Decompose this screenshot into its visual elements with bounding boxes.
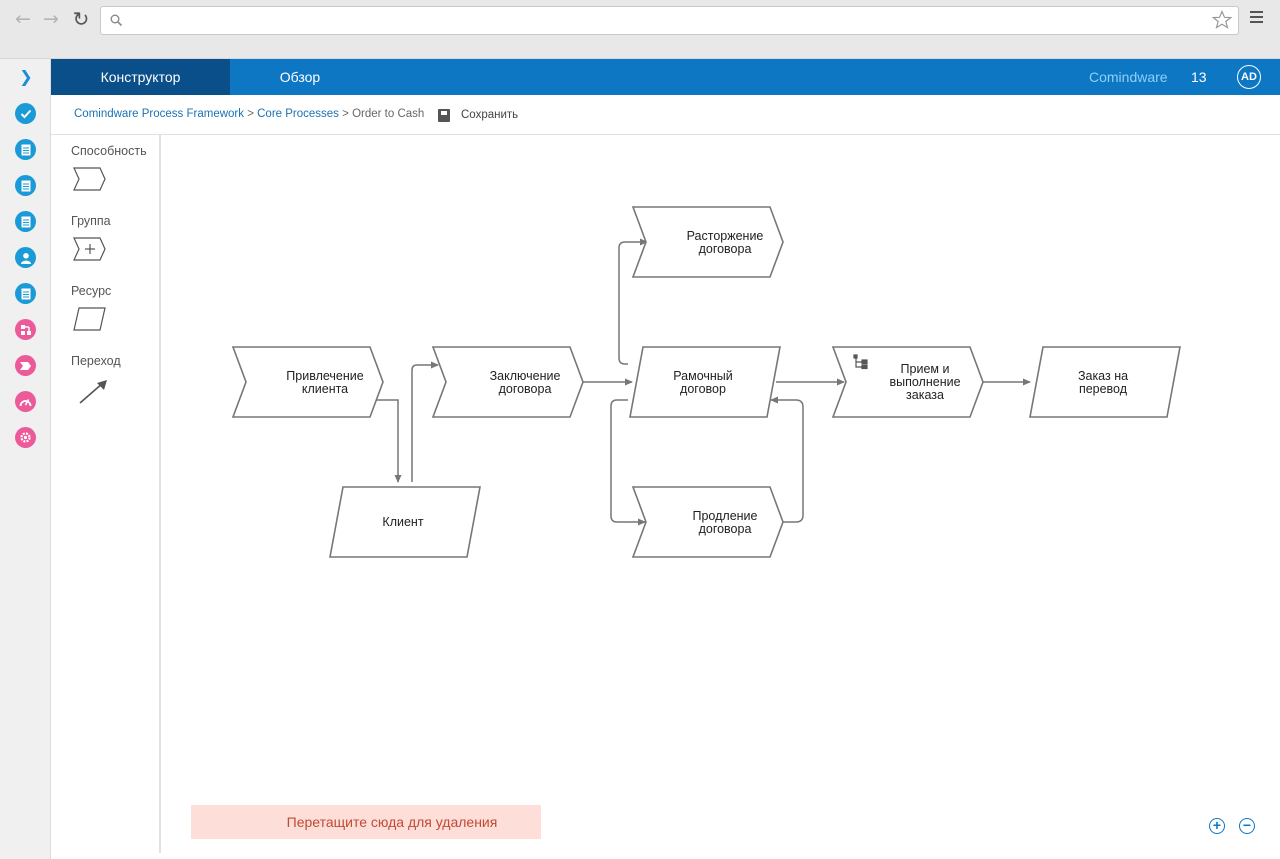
process-arrow-icon[interactable] <box>15 355 36 376</box>
label-contract-2: договора <box>499 382 552 396</box>
edge-client-contract[interactable] <box>411 361 439 482</box>
label-terminate-2: договора <box>699 242 752 256</box>
document-icon[interactable] <box>15 283 36 304</box>
breadcrumb-item-core-processes[interactable]: Core Processes <box>257 108 339 120</box>
save-button[interactable]: Сохранить <box>438 107 518 123</box>
arrow-icon[interactable] <box>77 378 109 406</box>
brand-link[interactable]: Comindware <box>1089 59 1168 95</box>
process-diagram[interactable]: Привлечение клиента Заключение договора … <box>162 135 1280 859</box>
edge-attract-client[interactable] <box>376 399 402 483</box>
shape-palette: Способность Группа Ресурс Переход <box>51 135 161 853</box>
notification-count[interactable]: 13 <box>1191 59 1207 95</box>
document-icon[interactable] <box>15 139 36 160</box>
breadcrumb-separator: > <box>247 108 254 120</box>
breadcrumb-separator: > <box>342 108 349 120</box>
browser-toolbar: ← → ↻ <box>0 0 1280 59</box>
search-icon <box>110 14 123 27</box>
avatar[interactable]: AD <box>1237 65 1261 89</box>
label-extend-1: Продление <box>693 509 758 523</box>
gauge-icon[interactable] <box>15 391 36 412</box>
palette-label-group: Группа <box>71 214 111 228</box>
label-extend-2: договора <box>699 522 752 536</box>
label-client: Клиент <box>382 515 423 529</box>
chevron-plus-shape-icon[interactable] <box>73 237 107 261</box>
address-bar[interactable] <box>100 6 1239 35</box>
left-rail: ❯ <box>0 59 51 859</box>
label-fulfill-2: выполнение <box>889 375 960 389</box>
chevron-right-icon[interactable]: ❯ <box>16 67 36 87</box>
diagram-canvas[interactable]: Привлечение клиента Заключение договора … <box>162 135 1280 859</box>
reload-icon[interactable]: ↻ <box>70 7 92 31</box>
label-fulfill-3: заказа <box>906 388 944 402</box>
tab-overview[interactable]: Обзор <box>230 59 370 95</box>
delete-drop-zone-label: Перетащите сюда для удаления <box>286 814 498 830</box>
hierarchy-icon[interactable] <box>15 319 36 340</box>
delete-drop-zone[interactable]: Перетащите сюда для удаления <box>191 805 541 839</box>
label-transfer-1: Заказ на <box>1078 369 1128 383</box>
label-attract-2: клиента <box>302 382 348 396</box>
label-terminate-1: Расторжение <box>687 229 764 243</box>
document-icon[interactable] <box>15 175 36 196</box>
breadcrumb: Comindware Process Framework > Core Proc… <box>74 108 424 120</box>
label-attract-1: Привлечение <box>286 369 363 383</box>
arrow-left-icon[interactable]: ← <box>12 8 34 30</box>
label-framework-1: Рамочный <box>673 369 733 383</box>
user-icon[interactable] <box>15 247 36 268</box>
address-input[interactable] <box>129 11 1203 32</box>
check-circle-icon[interactable] <box>15 103 36 124</box>
parallelogram-shape-icon[interactable] <box>73 307 107 331</box>
document-icon[interactable] <box>15 211 36 232</box>
floppy-disk-icon <box>438 108 450 122</box>
label-fulfill-1: Прием и <box>901 362 950 376</box>
label-contract-1: Заключение <box>490 369 561 383</box>
breadcrumb-item-framework[interactable]: Comindware Process Framework <box>74 108 244 120</box>
hamburger-menu-icon[interactable] <box>1250 11 1264 25</box>
zoom-out-icon[interactable]: − <box>1239 818 1255 834</box>
arrow-right-icon[interactable]: → <box>40 8 62 30</box>
chevron-shape-icon[interactable] <box>73 167 107 191</box>
save-label: Сохранить <box>461 109 519 121</box>
breadcrumb-item-current: Order to Cash <box>352 108 425 120</box>
label-framework-2: договор <box>680 382 726 396</box>
tab-constructor[interactable]: Конструктор <box>51 59 230 95</box>
zoom-in-icon[interactable]: + <box>1209 818 1225 834</box>
gear-icon[interactable] <box>15 427 36 448</box>
palette-label-capability: Способность <box>71 144 147 158</box>
label-transfer-2: перевод <box>1079 382 1128 396</box>
app-header: Конструктор Обзор Comindware 13 AD <box>51 59 1280 95</box>
star-icon[interactable] <box>1212 10 1232 30</box>
breadcrumb-bar: Comindware Process Framework > Core Proc… <box>51 95 1280 135</box>
palette-label-resource: Ресурс <box>71 284 112 298</box>
palette-label-transition: Переход <box>71 354 121 368</box>
